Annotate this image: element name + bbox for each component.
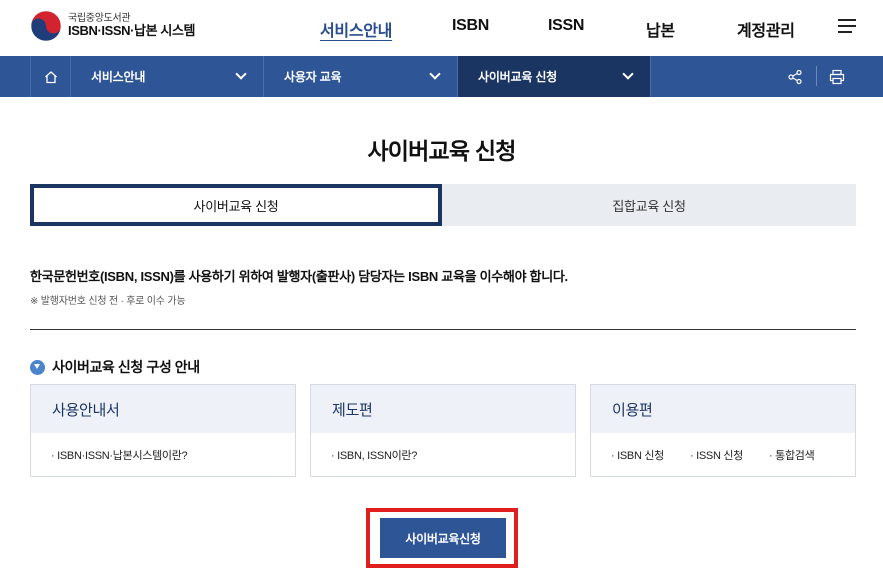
tab-cyber-education[interactable]: 사이버교육 신청: [30, 184, 442, 226]
breadcrumb-user-education[interactable]: 사용자 교육: [264, 56, 458, 97]
card-system: 제도편 ISBN, ISSN이란?: [310, 384, 576, 477]
card-item[interactable]: ISBN·ISSN·납본시스템이란?: [51, 447, 188, 463]
site-logo[interactable]: 국립중앙도서관 ISBN·ISSN·납본 시스템: [30, 10, 195, 42]
logo-emblem-icon: [30, 10, 62, 42]
section-heading: 사이버교육 신청 구성 안내: [30, 357, 200, 377]
share-icon: [788, 69, 802, 84]
card-item[interactable]: ISSN 신청: [690, 447, 743, 463]
card-body: ISBN, ISSN이란?: [311, 433, 575, 477]
home-icon: [44, 70, 57, 83]
breadcrumb-cyber-education[interactable]: 사이버교육 신청: [458, 56, 651, 97]
note-text: ※ 발행자번호 신청 전 · 후로 이수 가능: [30, 296, 186, 307]
home-button[interactable]: [30, 56, 71, 97]
card-item[interactable]: 통합검색: [769, 447, 815, 463]
divider: [30, 329, 856, 330]
tab-group-education[interactable]: 집합교육 신청: [442, 184, 856, 226]
card-title: 사용안내서: [31, 385, 295, 433]
nav-service-guide[interactable]: 서비스안내: [320, 17, 392, 41]
card-title: 제도편: [311, 385, 575, 433]
circle-arrow-down-icon: [30, 359, 45, 375]
print-button[interactable]: [817, 56, 857, 97]
page-title: 사이버교육 신청: [367, 138, 516, 164]
nav-account[interactable]: 계정관리: [737, 17, 795, 41]
share-button[interactable]: [775, 56, 815, 97]
card-item[interactable]: ISBN, ISSN이란?: [331, 447, 417, 463]
site-header: 국립중앙도서관 ISBN·ISSN·납본 시스템 서비스안내 ISBN ISSN…: [0, 0, 883, 56]
card-user-guide: 사용안내서 ISBN·ISSN·납본시스템이란?: [30, 384, 296, 477]
breadcrumb-label: 사이버교육 신청: [478, 70, 558, 84]
chevron-down-icon: [622, 68, 634, 80]
chevron-down-icon: [429, 68, 441, 80]
logo-title: ISBN·ISSN·납본 시스템: [68, 23, 196, 39]
card-body: ISBN 신청 ISSN 신청 통합검색: [591, 433, 855, 477]
breadcrumb-label: 서비스안내: [91, 70, 146, 84]
nav-isbn[interactable]: ISBN: [452, 17, 489, 35]
print-icon: [829, 69, 845, 84]
hamburger-icon[interactable]: [838, 19, 856, 35]
location-bar: 서비스안내 사용자 교육 사이버교육 신청: [0, 56, 883, 97]
breadcrumb-service-guide[interactable]: 서비스안내: [71, 56, 264, 97]
nav-issn[interactable]: ISSN: [548, 17, 584, 35]
nav-deposit[interactable]: 납본: [646, 17, 675, 41]
intro-text: 한국문헌번호(ISBN, ISSN)를 사용하기 위하여 발행자(출판사) 담당…: [30, 269, 568, 284]
section-title: 사이버교육 신청 구성 안내: [52, 359, 200, 375]
apply-cyber-education-button[interactable]: 사이버교육신청: [380, 518, 506, 558]
chevron-down-icon: [235, 68, 247, 80]
card-title: 이용편: [591, 385, 855, 433]
breadcrumb-label: 사용자 교육: [284, 70, 342, 84]
card-body: ISBN·ISSN·납본시스템이란?: [31, 433, 295, 477]
card-usage: 이용편 ISBN 신청 ISSN 신청 통합검색: [590, 384, 856, 477]
card-item[interactable]: ISBN 신청: [611, 447, 664, 463]
